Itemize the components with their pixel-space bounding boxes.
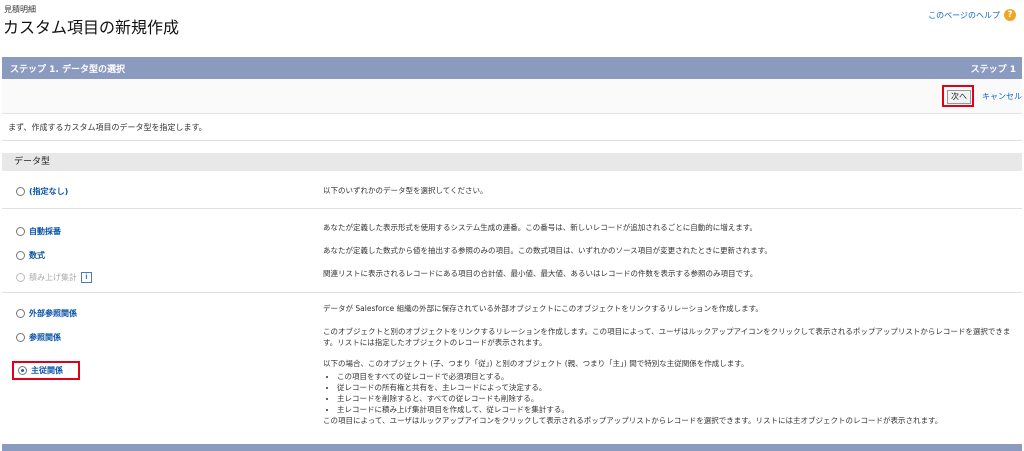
radio-button[interactable] — [16, 251, 25, 260]
description-footer: この項目によって、ユーザはルックアップアイコンをクリックして表示されるポップアッ… — [323, 416, 943, 425]
option-formula[interactable]: 数式 — [16, 250, 45, 261]
list-item: 主レコードに積み上げ集計項目を作成して、従レコードを集計する。 — [337, 404, 1018, 415]
step-indicator: ステップ 1 — [970, 65, 1016, 75]
option-description: 以下のいずれかのデータ型を選択してください。 — [323, 186, 488, 195]
section-title: データ型 — [2, 153, 1022, 171]
list-item: 従レコードの所有権と共有を、主レコードによって決定する。 — [337, 382, 1018, 393]
bullet-list: この項目をすべての従レコードで必須項目とする。 従レコードの所有権と共有を、主レ… — [323, 371, 1018, 415]
option-auto-number[interactable]: 自動採番 — [16, 226, 61, 237]
description-text: 以下の場合、このオブジェクト (子、つまり「従」) と別のオブジェクト (親、つ… — [323, 359, 749, 368]
divider — [2, 140, 1022, 141]
option-description: 関連リストに表示されるレコードにある項目の合計値、最小値、最大値、あるいはレコー… — [323, 269, 758, 278]
page-title: カスタム項目の新規作成 — [3, 18, 180, 37]
step-bar: ステップ 1. データ型の選択 ステップ 1 — [2, 57, 1022, 79]
next-button[interactable]: 次へ — [947, 90, 971, 104]
option-label[interactable]: 外部参照関係 — [29, 308, 77, 319]
radio-button[interactable] — [16, 309, 25, 318]
option-master-detail[interactable]: 主従関係 — [18, 365, 63, 376]
cancel-link[interactable]: キャンセル — [982, 91, 1022, 102]
next-button-highlight: 次へ — [942, 85, 974, 107]
radio-button[interactable] — [16, 187, 25, 196]
option-description: データが Salesforce 組織の外部に保存されている外部オブジェクトにこの… — [323, 304, 763, 313]
bottom-bar — [2, 444, 1022, 451]
option-label[interactable]: 数式 — [29, 250, 45, 261]
divider — [2, 208, 1022, 209]
help-area[interactable]: このページのヘルプ ? — [928, 9, 1016, 21]
radio-button[interactable] — [18, 366, 27, 375]
help-link[interactable]: このページのヘルプ — [928, 10, 1000, 21]
help-icon[interactable]: ? — [1004, 9, 1016, 21]
page-header: 見積明細 カスタム項目の新規作成 このページのヘルプ ? — [0, 0, 1024, 54]
option-description: 以下の場合、このオブジェクト (子、つまり「従」) と別のオブジェクト (親、つ… — [323, 358, 1018, 426]
option-label[interactable]: 参照関係 — [29, 332, 61, 343]
option-label[interactable]: 自動採番 — [29, 226, 61, 237]
option-description: このオブジェクトと別のオブジェクトをリンクするリレーションを作成します。この項目… — [323, 327, 1011, 347]
option-label[interactable]: 主従関係 — [31, 365, 63, 376]
option-label: 積み上げ集計 — [29, 273, 77, 282]
button-row: 次へ キャンセル — [2, 79, 1022, 114]
divider — [2, 292, 1022, 293]
list-item: この項目をすべての従レコードで必須項目とする。 — [337, 371, 1018, 382]
option-description: あなたが定義した数式から値を抽出する参照のみの項目。この数式項目は、いずれかのソ… — [323, 246, 772, 255]
intro-text: まず、作成するカスタム項目のデータ型を指定します。 — [8, 123, 207, 132]
option-external-lookup[interactable]: 外部参照関係 — [16, 308, 77, 319]
option-label[interactable]: (指定なし) — [29, 186, 68, 197]
option-description: あなたが定義した表示形式を使用するシステム生成の連番。この番号は、新しいレコード… — [323, 223, 758, 232]
list-item: 主レコードを削除すると、すべての従レコードも削除する。 — [337, 393, 1018, 404]
radio-button — [16, 273, 25, 282]
radio-button[interactable] — [16, 333, 25, 342]
step-title: ステップ 1. データ型の選択 — [10, 65, 125, 75]
option-lookup[interactable]: 参照関係 — [16, 332, 61, 343]
radio-button[interactable] — [16, 227, 25, 236]
info-icon[interactable]: i — [81, 272, 92, 283]
option-unspecified[interactable]: (指定なし) — [16, 186, 68, 197]
option-roll-up-summary: 積み上げ集計 i — [16, 272, 92, 283]
